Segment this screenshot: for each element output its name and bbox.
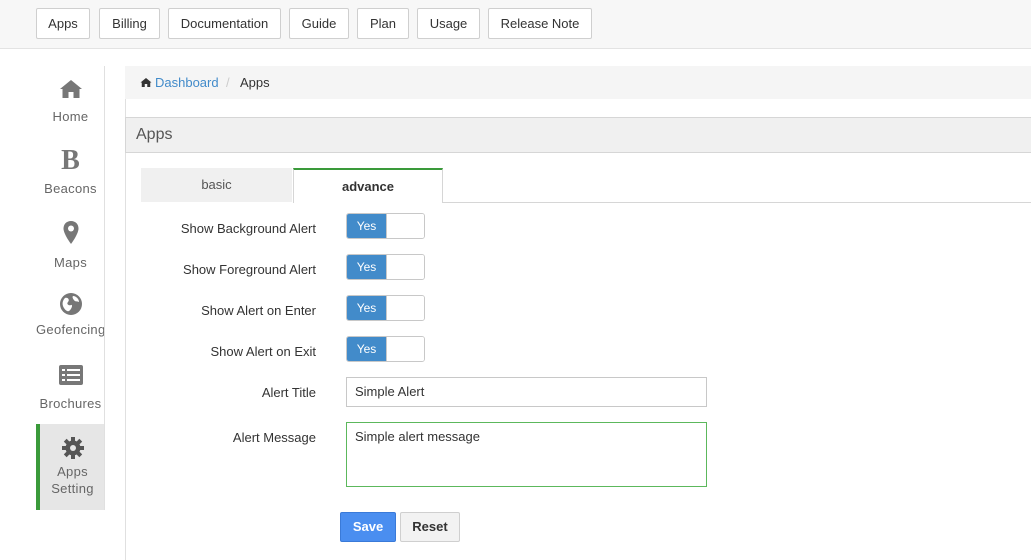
toggle-on-label: Yes <box>347 214 386 238</box>
breadcrumb: Dashboard / Apps <box>125 66 1031 99</box>
list-icon <box>58 365 83 385</box>
toggle-on-label: Yes <box>347 337 386 361</box>
breadcrumb-separator: / <box>226 75 230 90</box>
nav-release-note-button[interactable]: Release Note <box>488 8 592 39</box>
panel-title: Apps <box>125 117 1031 153</box>
sidebar-item-label: Geofencing <box>36 322 106 337</box>
show-alert-on-enter-label: Show Alert on Enter <box>201 303 316 318</box>
nav-guide-button[interactable]: Guide <box>289 8 349 39</box>
sidebar-item-label-line2: Setting <box>51 481 94 496</box>
globe-icon <box>59 293 82 315</box>
save-button[interactable]: Save <box>340 512 396 542</box>
show-foreground-alert-label: Show Foreground Alert <box>183 262 316 277</box>
sidebar-divider <box>104 66 105 510</box>
toggle-on-label: Yes <box>347 296 386 320</box>
sidebar-item-beacons[interactable]: B Beacons <box>36 145 105 208</box>
sidebar-item-geofencing[interactable]: Geofencing <box>36 292 105 352</box>
breadcrumb-dashboard-link[interactable]: Dashboard <box>140 66 219 99</box>
toggle-knob <box>386 337 424 361</box>
toggle-knob <box>386 214 424 238</box>
toggle-knob <box>386 255 424 279</box>
main-divider <box>125 98 126 560</box>
nav-apps-button[interactable]: Apps <box>36 8 90 39</box>
reset-button[interactable]: Reset <box>400 512 460 542</box>
alert-message-textarea[interactable]: Simple alert message <box>346 422 707 487</box>
show-foreground-alert-toggle[interactable]: Yes <box>346 254 425 280</box>
toggle-knob <box>386 296 424 320</box>
home-icon <box>59 80 82 98</box>
show-background-alert-toggle[interactable]: Yes <box>346 213 425 239</box>
sidebar-item-maps[interactable]: Maps <box>36 220 105 280</box>
nav-usage-button[interactable]: Usage <box>417 8 480 39</box>
nav-plan-button[interactable]: Plan <box>357 8 409 39</box>
tab-basic[interactable]: basic <box>141 168 292 202</box>
sidebar-item-label-line1: Apps <box>57 464 88 479</box>
nav-documentation-button[interactable]: Documentation <box>168 8 281 39</box>
show-alert-on-exit-label: Show Alert on Exit <box>210 344 317 359</box>
gear-icon <box>61 437 84 459</box>
breadcrumb-dashboard-label: Dashboard <box>155 75 219 90</box>
sidebar-item-label: Beacons <box>44 181 97 196</box>
sidebar-item-label: Maps <box>54 255 87 270</box>
sidebar-item-label: Brochures <box>39 396 102 411</box>
toggle-on-label: Yes <box>347 255 386 279</box>
show-alert-on-enter-toggle[interactable]: Yes <box>346 295 425 321</box>
map-pin-icon <box>63 221 78 244</box>
alert-message-label: Alert Message <box>232 430 316 445</box>
nav-billing-button[interactable]: Billing <box>99 8 160 39</box>
alert-title-input[interactable]: Simple Alert <box>346 377 707 407</box>
show-background-alert-label: Show Background Alert <box>180 221 316 236</box>
sidebar: Home B Beacons Maps Geofencing Brochures <box>36 66 105 516</box>
beacon-b-icon: B <box>61 145 80 176</box>
sidebar-item-home[interactable]: Home <box>36 78 105 138</box>
sidebar-item-brochures[interactable]: Brochures <box>36 364 105 424</box>
tab-underline <box>443 202 1031 203</box>
alert-title-label: Alert Title <box>261 385 316 400</box>
top-nav-bar: Apps Billing Documentation Guide Plan Us… <box>0 0 1031 49</box>
sidebar-item-apps-setting[interactable]: Apps Setting <box>36 424 105 510</box>
home-icon <box>140 78 152 87</box>
sidebar-item-label: Home <box>52 109 89 124</box>
show-alert-on-exit-toggle[interactable]: Yes <box>346 336 425 362</box>
tab-advance[interactable]: advance <box>293 168 443 203</box>
breadcrumb-current: Apps <box>240 75 270 90</box>
